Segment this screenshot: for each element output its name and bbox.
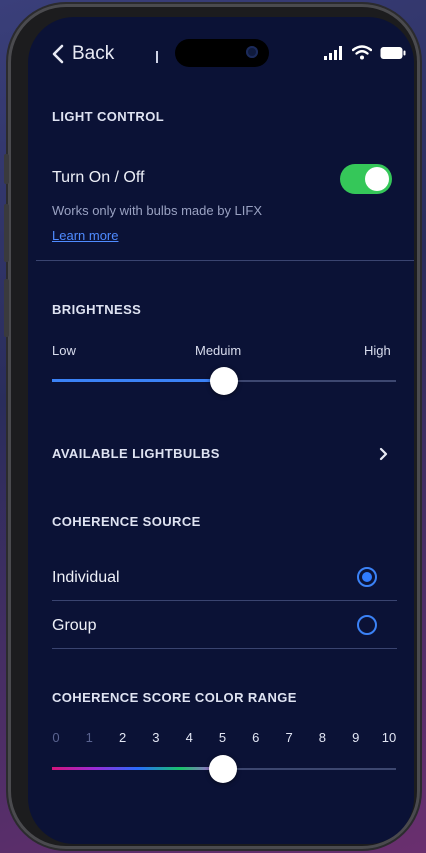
- color-range-title: COHERENCE SCORE COLOR RANGE: [52, 690, 297, 705]
- app-screen: Back LIGHT CONTROL Turn On / Off Works o…: [28, 17, 414, 844]
- available-lightbulbs-title: AVAILABLE LIGHTBULBS: [52, 446, 220, 461]
- scale-label: 8: [318, 730, 326, 745]
- scale-label: 10: [381, 730, 397, 745]
- radio-unselected[interactable]: [357, 615, 377, 635]
- power-toggle[interactable]: [340, 164, 392, 194]
- scale-label: 9: [352, 730, 360, 745]
- scale-label: 2: [118, 730, 127, 745]
- chevron-left-icon: [52, 44, 64, 64]
- brightness-fill: [52, 379, 224, 382]
- back-label: Back: [72, 43, 115, 64]
- lifx-note: Works only with bulbs made by LIFX: [52, 203, 263, 218]
- brightness-mid-label: Meduim: [195, 343, 242, 358]
- status-icons: [324, 45, 406, 60]
- brightness-low-label: Low: [52, 343, 76, 358]
- learn-more-link[interactable]: Learn more: [52, 228, 118, 243]
- divider: [52, 600, 397, 601]
- light-control-title: LIGHT CONTROL: [52, 109, 165, 124]
- side-button: [4, 204, 9, 262]
- toggle-knob: [365, 167, 389, 191]
- scale-label: 1: [85, 730, 93, 745]
- phone-frame: Back LIGHT CONTROL Turn On / Off Works o…: [4, 4, 420, 849]
- scale-label: 5: [218, 730, 227, 745]
- radio-selected[interactable]: [357, 567, 377, 587]
- divider: [36, 260, 414, 261]
- status-bar: Back: [28, 17, 414, 89]
- chevron-right-icon: [379, 447, 388, 461]
- side-button: [4, 154, 9, 184]
- scale-label: 3: [152, 730, 160, 745]
- battery-icon: [380, 46, 406, 59]
- brightness-title: BRIGHTNESS: [52, 302, 142, 317]
- back-button[interactable]: Back: [52, 43, 114, 65]
- brightness-high-label: High: [364, 343, 391, 358]
- scale-label: 6: [252, 730, 260, 745]
- scale-label: 0: [52, 730, 60, 745]
- option-label: Group: [52, 617, 97, 634]
- wifi-icon: [352, 45, 372, 60]
- side-button: [4, 279, 9, 337]
- camera-icon: [246, 46, 258, 58]
- brightness-thumb[interactable]: [210, 367, 238, 395]
- signal-icon: [324, 45, 342, 60]
- scale-label: 7: [285, 730, 293, 745]
- toggle-label: Turn On / Off: [52, 169, 145, 186]
- coherence-source-title: COHERENCE SOURCE: [52, 514, 201, 529]
- scale-label: 4: [185, 730, 193, 745]
- color-range-fill: [52, 767, 223, 770]
- divider: [52, 648, 397, 649]
- color-range-thumb[interactable]: [208, 755, 237, 783]
- title-fragment: [156, 51, 158, 63]
- option-label: Individual: [52, 569, 120, 586]
